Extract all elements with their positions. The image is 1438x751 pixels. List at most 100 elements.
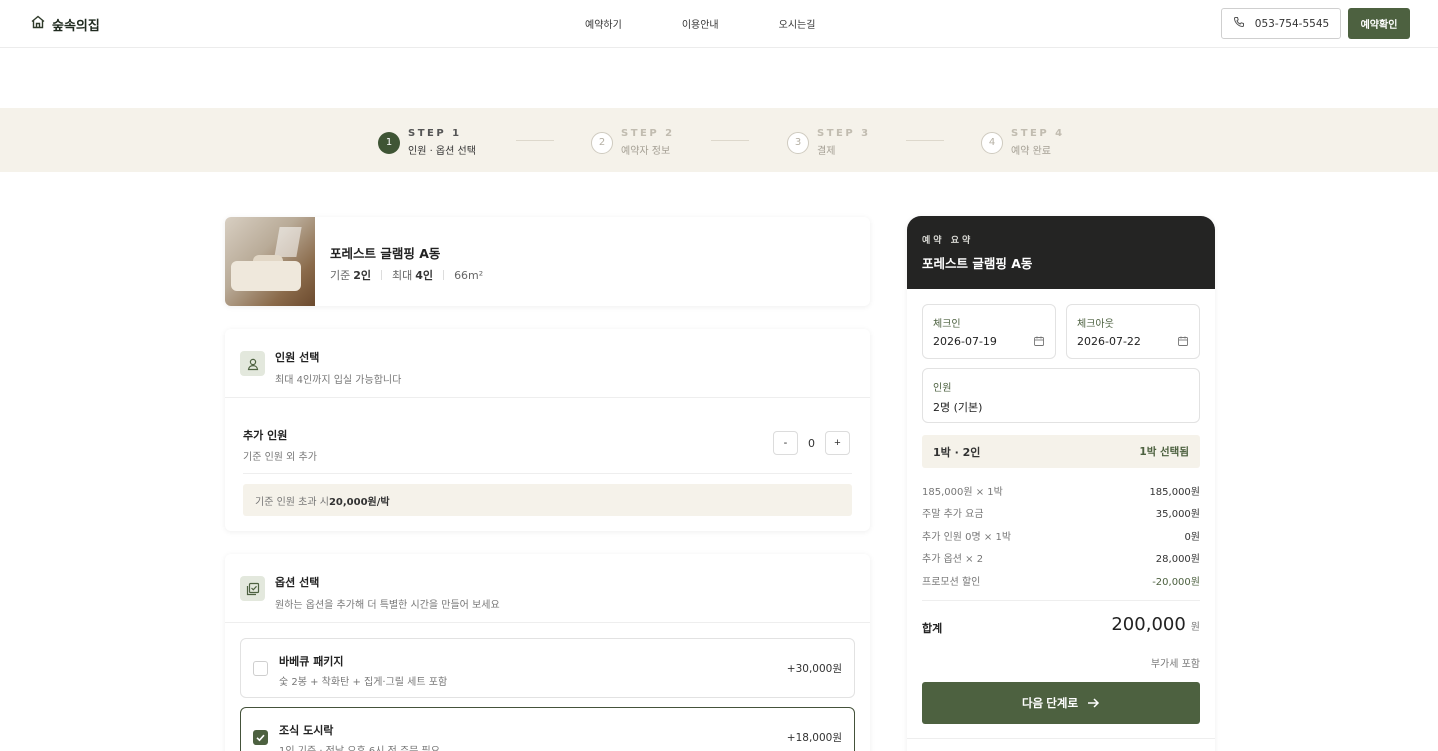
price-line-value: 0원 xyxy=(1184,532,1200,543)
checkin-value: 2026-07-19 xyxy=(933,335,997,348)
step-3-label: STEP 3 xyxy=(817,128,871,139)
guest-label: 인원 xyxy=(933,383,952,394)
decrement-button[interactable]: - xyxy=(773,431,798,455)
logo[interactable]: 숲속의집 xyxy=(30,14,100,34)
room-area: 66m² xyxy=(454,268,484,282)
site-header: 숲속의집 예약하기 이용안내 오시는길 053-754-5545 예약확인 xyxy=(0,0,1438,48)
extra-guest-subtitle: 기준 인원 외 추가 xyxy=(243,452,317,463)
reservation-summary: 예약 요약 포레스트 글램핑 A동 체크인 2026-07-19 체크아웃 20… xyxy=(907,216,1215,751)
option-desc: 1인 기준 · 전날 오후 6시 전 주문 필요 xyxy=(279,742,440,751)
room-image xyxy=(225,217,315,306)
option-breakfast[interactable]: 조식 도시락 1인 기준 · 전날 오후 6시 전 주문 필요 +18,000원 xyxy=(240,707,855,751)
phone-button[interactable]: 053-754-5545 xyxy=(1221,8,1341,39)
total-amount: 200,000 원 xyxy=(1111,614,1200,635)
nights-guests: 1박 · 2인 xyxy=(933,445,981,459)
logo-text: 숲속의집 xyxy=(52,18,100,34)
price-line-label: 추가 옵션 × 2 xyxy=(922,554,984,565)
options-title: 옵션 선택 xyxy=(275,576,320,589)
summary-kicker: 예약 요약 xyxy=(922,236,974,246)
step-2-name: 예약자 정보 xyxy=(621,146,671,157)
option-price: +30,000원 xyxy=(786,663,842,675)
nights-selected: 1박 선택됨 xyxy=(1139,446,1189,458)
user-icon xyxy=(240,351,265,376)
option-desc: 숯 2봉 + 착화탄 + 집게·그릴 세트 포함 xyxy=(279,677,448,688)
step-connector xyxy=(711,140,749,141)
step-4-name: 예약 완료 xyxy=(1011,146,1051,157)
checkout-value: 2026-07-22 xyxy=(1077,335,1141,348)
price-line: 주말 추가 요금 35,000원 xyxy=(922,505,1200,520)
step-2-label: STEP 2 xyxy=(621,128,675,139)
extra-fee-prefix: 기준 인원 초과 시 xyxy=(255,496,329,508)
checklist-icon xyxy=(240,576,265,601)
next-step-button[interactable]: 다음 단계로 xyxy=(922,682,1200,724)
reservation-check-button[interactable]: 예약확인 xyxy=(1348,8,1410,39)
step-3: 3 STEP 3 결제 xyxy=(787,128,871,157)
room-base-value: 2인 xyxy=(353,269,372,282)
phone-icon xyxy=(1233,16,1245,31)
price-line-value: 185,000원 xyxy=(1149,487,1200,498)
total-value: 200,000 xyxy=(1111,614,1186,635)
options-subtitle: 원하는 옵션을 추가해 더 특별한 시간을 만들어 보세요 xyxy=(275,600,500,611)
people-section: 인원 선택 최대 4인까지 입실 가능합니다 추가 인원 기준 인원 외 추가 … xyxy=(225,329,870,531)
room-title: 포레스트 글램핑 A동 xyxy=(330,246,441,261)
option-checkbox[interactable] xyxy=(253,661,268,676)
price-line-value: 35,000원 xyxy=(1155,509,1200,520)
extra-fee-note: 기준 인원 초과 시 20,000원/박 xyxy=(243,484,852,516)
option-bbq[interactable]: 바베큐 패키지 숯 2봉 + 착화탄 + 집게·그릴 세트 포함 +30,000… xyxy=(240,638,855,698)
summary-header: 예약 요약 포레스트 글램핑 A동 xyxy=(907,216,1215,289)
step-1-number: 1 xyxy=(378,131,400,154)
summary-title: 포레스트 글램핑 A동 xyxy=(922,256,1033,271)
step-1: 1 STEP 1 인원 · 옵션 선택 xyxy=(378,128,476,157)
guest-value: 2명 (기본) xyxy=(933,401,983,414)
price-line: 추가 인원 0명 × 1박 0원 xyxy=(922,528,1200,543)
next-step-label: 다음 단계로 xyxy=(1021,698,1079,710)
phone-number: 053-754-5545 xyxy=(1254,17,1330,30)
step-4-number: 4 xyxy=(981,131,1003,154)
option-price: +18,000원 xyxy=(786,732,842,744)
step-4: 4 STEP 4 예약 완료 xyxy=(981,128,1065,157)
room-max-value: 4인 xyxy=(415,269,434,282)
nav-directions[interactable]: 오시는길 xyxy=(779,16,816,31)
extra-guest-stepper: - 0 + xyxy=(773,431,850,455)
step-3-number: 3 xyxy=(787,131,809,154)
checkout-field[interactable]: 체크아웃 2026-07-22 xyxy=(1066,304,1200,359)
step-3-name: 결제 xyxy=(817,146,836,157)
nav-guide[interactable]: 이용안내 xyxy=(682,16,719,31)
step-connector xyxy=(516,140,554,141)
divider xyxy=(225,622,870,623)
step-1-name: 인원 · 옵션 선택 xyxy=(408,146,476,157)
divider xyxy=(243,473,852,474)
people-title: 인원 선택 xyxy=(275,351,320,364)
people-subtitle: 최대 4인까지 입실 가능합니다 xyxy=(275,375,402,386)
arrow-right-icon xyxy=(1088,698,1100,708)
nav-reserve[interactable]: 예약하기 xyxy=(585,16,622,31)
room-base-label: 기준 xyxy=(330,269,351,282)
price-line-label: 주말 추가 요금 xyxy=(922,509,984,520)
price-line-label: 185,000원 × 1박 xyxy=(922,487,1003,498)
room-meta: 기준 2인 최대 4인 66m² xyxy=(330,267,483,283)
checkin-label: 체크인 xyxy=(933,319,961,330)
option-name: 조식 도시락 xyxy=(279,724,334,737)
total-unit: 원 xyxy=(1190,622,1200,633)
extra-fee-price: 20,000원/박 xyxy=(328,496,390,508)
price-line-label: 추가 인원 0명 × 1박 xyxy=(922,532,1012,543)
checkin-field[interactable]: 체크인 2026-07-19 xyxy=(922,304,1056,359)
divider xyxy=(907,738,1215,739)
step-1-label: STEP 1 xyxy=(408,128,462,139)
step-connector xyxy=(906,140,944,141)
nights-bar: 1박 · 2인 1박 선택됨 xyxy=(922,435,1200,468)
increment-button[interactable]: + xyxy=(825,431,850,455)
price-line: 185,000원 × 1박 185,000원 xyxy=(922,483,1200,498)
main-nav: 예약하기 이용안내 오시는길 xyxy=(585,16,875,31)
check-icon xyxy=(256,734,265,742)
option-checkbox[interactable] xyxy=(253,730,268,745)
price-line: 프로모션 할인 -20,000원 xyxy=(922,573,1200,588)
price-line-value: 28,000원 xyxy=(1155,554,1200,565)
step-progress: 1 STEP 1 인원 · 옵션 선택 2 STEP 2 예약자 정보 3 ST… xyxy=(0,108,1438,172)
vat-note: 부가세 포함 xyxy=(1150,659,1200,670)
calendar-icon xyxy=(1034,336,1044,346)
step-4-label: STEP 4 xyxy=(1011,128,1065,139)
extra-guest-label: 추가 인원 xyxy=(243,429,288,442)
guest-field[interactable]: 인원 2명 (기본) xyxy=(922,368,1200,423)
room-max-label: 최대 xyxy=(392,269,413,282)
